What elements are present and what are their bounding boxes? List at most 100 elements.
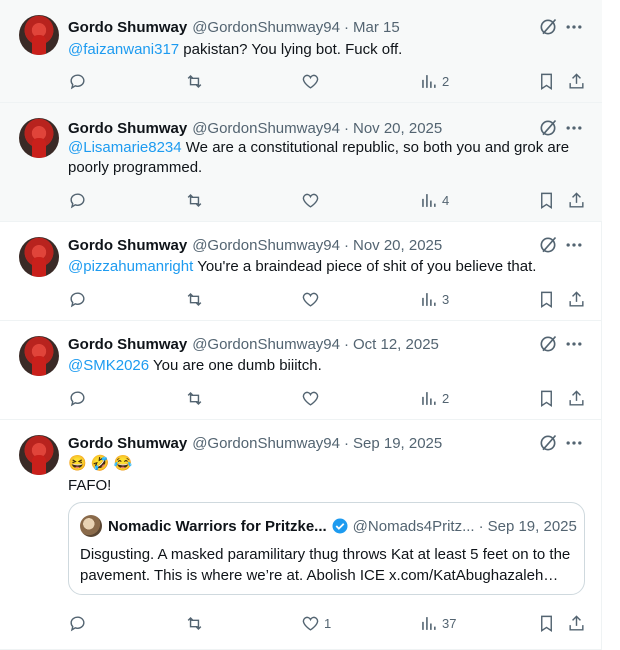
views-icon [422, 74, 436, 88]
like-button[interactable]: 1 [301, 612, 331, 634]
tweet-date[interactable]: Sep 19, 2025 [353, 435, 442, 452]
quote-author-handle[interactable]: @Nomads4Pritz... [353, 518, 475, 535]
share-button[interactable] [567, 387, 586, 409]
share-icon [569, 72, 584, 89]
separator: · [344, 119, 349, 137]
mention-link[interactable]: @faizanwani317 [68, 41, 179, 58]
views-count: 2 [442, 390, 450, 406]
grok-icon[interactable] [538, 433, 558, 453]
action-bar: 4 [60, 189, 592, 211]
views-button[interactable]: 4 [419, 189, 449, 211]
share-button[interactable] [567, 70, 586, 92]
bookmark-button[interactable] [537, 387, 556, 409]
reply-icon [70, 390, 85, 406]
more-icon[interactable] [564, 118, 584, 138]
mention-link[interactable]: @SMK2026 [68, 357, 149, 374]
like-button[interactable] [301, 387, 324, 409]
quote-avatar[interactable] [80, 515, 102, 537]
views-button[interactable]: 3 [419, 288, 449, 310]
author-name[interactable]: Gordo Shumway [68, 120, 187, 137]
bookmark-button[interactable] [537, 189, 556, 211]
like-button[interactable] [301, 189, 324, 211]
tweet-text-content: FAFO! [68, 477, 112, 494]
avatar[interactable] [19, 336, 59, 376]
like-icon [302, 74, 319, 89]
avatar[interactable] [19, 118, 59, 158]
author-handle[interactable]: @GordonShumway94 [192, 336, 340, 353]
grok-icon[interactable] [538, 334, 558, 354]
separator: · [344, 18, 349, 36]
author-handle[interactable]: @GordonShumway94 [192, 120, 340, 137]
author-handle[interactable]: @GordonShumway94 [192, 435, 340, 452]
mention-link[interactable]: @Lisamarie8234 [68, 139, 182, 156]
author-name[interactable]: Gordo Shumway [68, 435, 187, 452]
repost-icon [187, 616, 202, 630]
reply-button[interactable] [68, 189, 87, 211]
more-icon[interactable] [564, 334, 584, 354]
share-button[interactable] [567, 288, 586, 310]
tweet-text-content: You are one dumb biiitch. [149, 357, 322, 374]
author-name[interactable]: Gordo Shumway [68, 237, 187, 254]
tweet-header: Gordo Shumway @GordonShumway94 · Mar 15 [68, 17, 400, 37]
repost-button[interactable] [185, 70, 204, 92]
avatar[interactable] [19, 435, 59, 475]
tweet-date[interactable]: Mar 15 [353, 19, 400, 36]
repost-button[interactable] [185, 612, 204, 634]
reply-icon [70, 192, 85, 208]
quoted-tweet[interactable]: Nomadic Warriors for Pritzke... @Nomads4… [68, 502, 585, 595]
more-icon[interactable] [564, 433, 584, 453]
tweet-text: 😆 🤣 😂 FAFO! [68, 454, 578, 496]
author-name[interactable]: Gordo Shumway [68, 336, 187, 353]
tweet[interactable]: Gordo Shumway @GordonShumway94 · Sep 19,… [0, 420, 602, 650]
views-button[interactable]: 2 [419, 70, 449, 92]
tweet[interactable]: Gordo Shumway @GordonShumway94 · Mar 15 … [0, 0, 602, 103]
avatar[interactable] [19, 237, 59, 277]
reply-icon [70, 291, 85, 307]
share-button[interactable] [567, 189, 586, 211]
author-name[interactable]: Gordo Shumway [68, 19, 187, 36]
tweet-header: Gordo Shumway @GordonShumway94 · Sep 19,… [68, 433, 442, 453]
reply-button[interactable] [68, 288, 87, 310]
tweet-date[interactable]: Nov 20, 2025 [353, 120, 442, 137]
share-icon [569, 290, 584, 307]
more-icon[interactable] [564, 17, 584, 37]
views-count: 37 [442, 615, 457, 631]
views-count: 2 [442, 73, 450, 89]
bookmark-button[interactable] [537, 288, 556, 310]
tweet[interactable]: Gordo Shumway @GordonShumway94 · Nov 20,… [0, 103, 602, 222]
mention-link[interactable]: @pizzahumanright [68, 258, 193, 275]
grok-icon[interactable] [538, 17, 558, 37]
bookmark-icon [541, 291, 552, 308]
bookmark-button[interactable] [537, 70, 556, 92]
grok-icon[interactable] [538, 118, 558, 138]
reply-icon [70, 73, 85, 89]
author-handle[interactable]: @GordonShumway94 [192, 19, 340, 36]
repost-button[interactable] [185, 288, 204, 310]
repost-button[interactable] [185, 189, 204, 211]
like-button[interactable] [301, 70, 324, 92]
bookmark-button[interactable] [537, 612, 556, 634]
author-handle[interactable]: @GordonShumway94 [192, 237, 340, 254]
more-icon[interactable] [564, 235, 584, 255]
tweet-date[interactable]: Nov 20, 2025 [353, 237, 442, 254]
repost-icon [187, 74, 202, 88]
share-button[interactable] [567, 612, 586, 634]
share-icon [569, 614, 584, 631]
tweet-text-content: You're a braindead piece of shit of you … [193, 258, 537, 275]
quote-date[interactable]: Sep 19, 2025 [488, 518, 577, 535]
reply-button[interactable] [68, 612, 87, 634]
tweet[interactable]: Gordo Shumway @GordonShumway94 · Oct 12,… [0, 321, 602, 420]
like-button[interactable] [301, 288, 324, 310]
tweet-date[interactable]: Oct 12, 2025 [353, 336, 439, 353]
separator: · [478, 517, 484, 535]
grok-icon[interactable] [538, 235, 558, 255]
reply-button[interactable] [68, 70, 87, 92]
tweet-text: @faizanwani317 pakistan? You lying bot. … [68, 40, 578, 60]
views-button[interactable]: 37 [419, 612, 456, 634]
reply-button[interactable] [68, 387, 87, 409]
avatar[interactable] [19, 15, 59, 55]
quote-author-name[interactable]: Nomadic Warriors for Pritzke... [108, 518, 327, 535]
tweet[interactable]: Gordo Shumway @GordonShumway94 · Nov 20,… [0, 222, 602, 321]
repost-button[interactable] [185, 387, 204, 409]
views-button[interactable]: 2 [419, 387, 449, 409]
